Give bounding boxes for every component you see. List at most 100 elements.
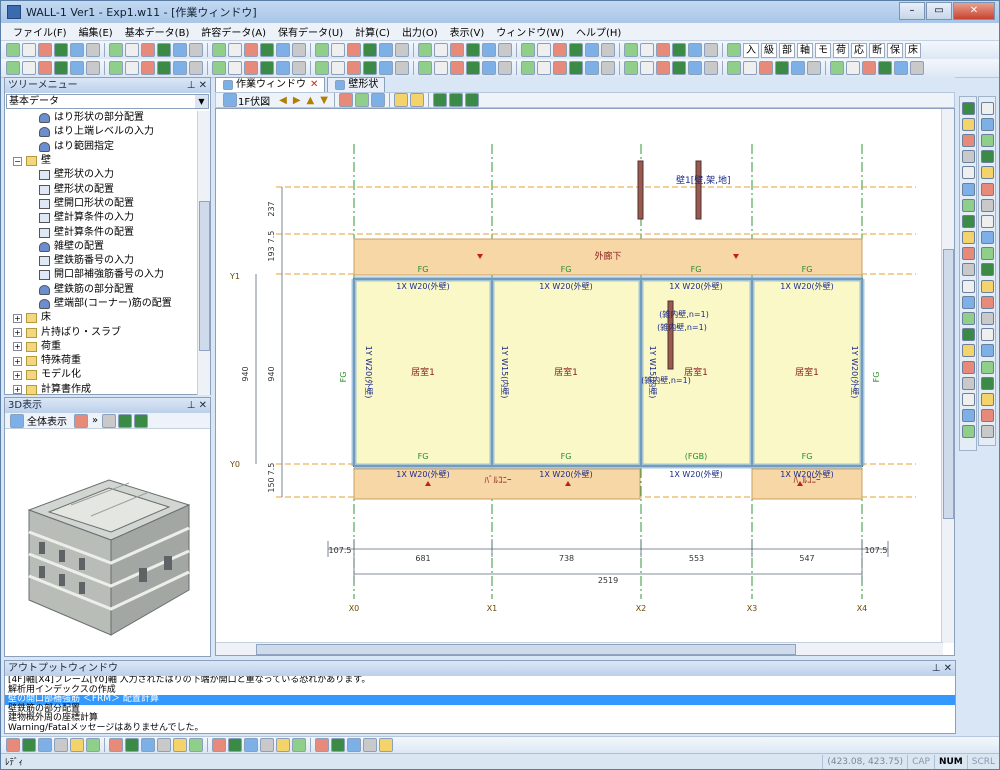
toolbar-button-icon[interactable] (244, 43, 258, 57)
tree-item[interactable]: + 特殊荷重 (5, 354, 198, 368)
side-tool-icon[interactable] (961, 344, 975, 358)
toolbar-button-icon[interactable] (260, 61, 274, 75)
toolbar-button-icon[interactable] (482, 61, 496, 75)
toolbar-button-icon[interactable] (173, 61, 187, 75)
toolbar-button-icon[interactable] (537, 43, 551, 57)
zoom-in-icon[interactable] (393, 93, 408, 107)
arrow-up-icon[interactable]: ▲ (307, 95, 315, 106)
toolbar-button-icon[interactable] (640, 43, 654, 57)
toolbar-button-icon[interactable] (70, 61, 84, 75)
tree-item[interactable]: はり範囲指定 (5, 140, 198, 154)
toolbar-mode-button[interactable]: 保 (887, 42, 903, 58)
toolbar-button-icon[interactable] (379, 61, 393, 75)
side-tool-icon[interactable] (980, 133, 994, 147)
tree-item[interactable]: 壁計算条件の入力 (5, 211, 198, 225)
toolbar-button-icon[interactable] (228, 61, 242, 75)
bottom-tool-icon[interactable] (86, 738, 100, 752)
side-tool-icon[interactable] (961, 247, 975, 261)
bottom-tool-icon[interactable] (228, 738, 242, 752)
bottom-tool-icon[interactable] (292, 738, 306, 752)
tree-item[interactable]: 壁鉄筋番号の入力 (5, 254, 198, 268)
output-line[interactable]: 壁鉄筋の部分配置 (5, 704, 955, 715)
toolbar-button-icon[interactable] (727, 61, 741, 75)
tree-item[interactable]: + 床 (5, 311, 198, 325)
toolbar-button-icon[interactable] (704, 43, 718, 57)
side-tool-icon[interactable] (980, 150, 994, 164)
canvas-h-scroll-thumb[interactable] (256, 644, 796, 655)
toolbar-mode-button[interactable]: 入 (743, 42, 759, 58)
toolbar-button-icon[interactable] (688, 43, 702, 57)
bottom-tool-icon[interactable] (379, 738, 393, 752)
toolbar-button-icon[interactable] (791, 61, 805, 75)
side-tool-icon[interactable] (961, 133, 975, 147)
toolbar-button-icon[interactable] (656, 43, 670, 57)
tab-wall-shape[interactable]: 壁形状 (327, 77, 386, 92)
toolbar-button-icon[interactable] (212, 61, 226, 75)
toolbar-button-icon[interactable] (910, 61, 924, 75)
side-tool-icon[interactable] (961, 312, 975, 326)
toolbar-button-icon[interactable] (22, 43, 36, 57)
bottom-tool-icon[interactable] (173, 738, 187, 752)
toolbar-button-icon[interactable] (585, 61, 599, 75)
canvas-horizontal-scrollbar[interactable] (216, 642, 943, 655)
toolbar-button-icon[interactable] (109, 43, 123, 57)
side-tool-icon[interactable] (961, 198, 975, 212)
toolbar-button-icon[interactable] (331, 43, 345, 57)
menu-view[interactable]: 表示(V) (444, 24, 491, 39)
side-tool-icon[interactable] (980, 312, 994, 326)
tree-item[interactable]: 開口部補強筋番号の入力 (5, 268, 198, 282)
side-tool-icon[interactable] (980, 409, 994, 423)
toolbar-button-icon[interactable] (157, 43, 171, 57)
toolbar-button-icon[interactable] (601, 61, 615, 75)
tree-category-select[interactable]: 基本データ ▼ (6, 94, 209, 109)
side-tool-icon[interactable] (961, 166, 975, 180)
side-tool-icon[interactable] (980, 214, 994, 228)
side-tool-icon[interactable] (961, 117, 975, 131)
minimize-button[interactable]: – (899, 2, 925, 20)
toolbar-button-icon[interactable] (38, 43, 52, 57)
side-tool-icon[interactable] (980, 344, 994, 358)
settings-icon[interactable] (102, 413, 117, 428)
toolbar-button-icon[interactable] (276, 43, 290, 57)
pin-close-icons[interactable]: ⊥ ✕ (187, 78, 207, 93)
toolbar-button-icon[interactable] (521, 61, 535, 75)
side-tool-icon[interactable] (961, 392, 975, 406)
toolbar-button-icon[interactable] (601, 43, 615, 57)
expand-icon[interactable]: + (13, 385, 22, 395)
bottom-tool-icon[interactable] (331, 738, 345, 752)
bottom-tool-icon[interactable] (260, 738, 274, 752)
toolbar-button-icon[interactable] (141, 43, 155, 57)
pin-close-icons[interactable]: ⊥ ✕ (932, 661, 952, 676)
toolbar-button-icon[interactable] (157, 61, 171, 75)
menu-calc[interactable]: 計算(C) (349, 24, 396, 39)
side-tool-icon[interactable] (980, 360, 994, 374)
arrow-left-icon[interactable]: ◀ (279, 95, 287, 106)
toolbar-button-icon[interactable] (656, 61, 670, 75)
toolbar-button-icon[interactable] (395, 43, 409, 57)
toolbar-button-icon[interactable] (672, 43, 686, 57)
bottom-tool-icon[interactable] (125, 738, 139, 752)
toolbar-button-icon[interactable] (624, 43, 638, 57)
tree-item[interactable]: + 荷重 (5, 340, 198, 354)
side-tool-icon[interactable] (980, 247, 994, 261)
tree-item[interactable]: + モデル化 (5, 368, 198, 382)
side-tool-icon[interactable] (980, 295, 994, 309)
fit-view-icon[interactable] (10, 413, 24, 428)
toolbar-button-icon[interactable] (212, 43, 226, 57)
toolbar-button-icon[interactable] (672, 61, 686, 75)
bottom-tool-icon[interactable] (315, 738, 329, 752)
zoom-out-icon[interactable] (409, 93, 424, 107)
menu-allowable-data[interactable]: 許容データ(A) (195, 24, 272, 39)
pin-close-icons[interactable]: ⊥ ✕ (187, 398, 207, 413)
bottom-tool-icon[interactable] (70, 738, 84, 752)
toolbar-button-icon[interactable] (38, 61, 52, 75)
menu-basic-data[interactable]: 基本データ(B) (119, 24, 196, 39)
toolbar-button-icon[interactable] (70, 43, 84, 57)
toolbar-button-icon[interactable] (418, 43, 432, 57)
menu-retained-data[interactable]: 保有データ(U) (272, 24, 349, 39)
arrow-right-icon[interactable]: ▶ (293, 95, 301, 106)
bottom-tool-icon[interactable] (363, 738, 377, 752)
maximize-button[interactable]: ▭ (926, 2, 952, 20)
menu-edit[interactable]: 編集(E) (73, 24, 119, 39)
floor-selector[interactable]: 1F伏図 (238, 93, 270, 108)
